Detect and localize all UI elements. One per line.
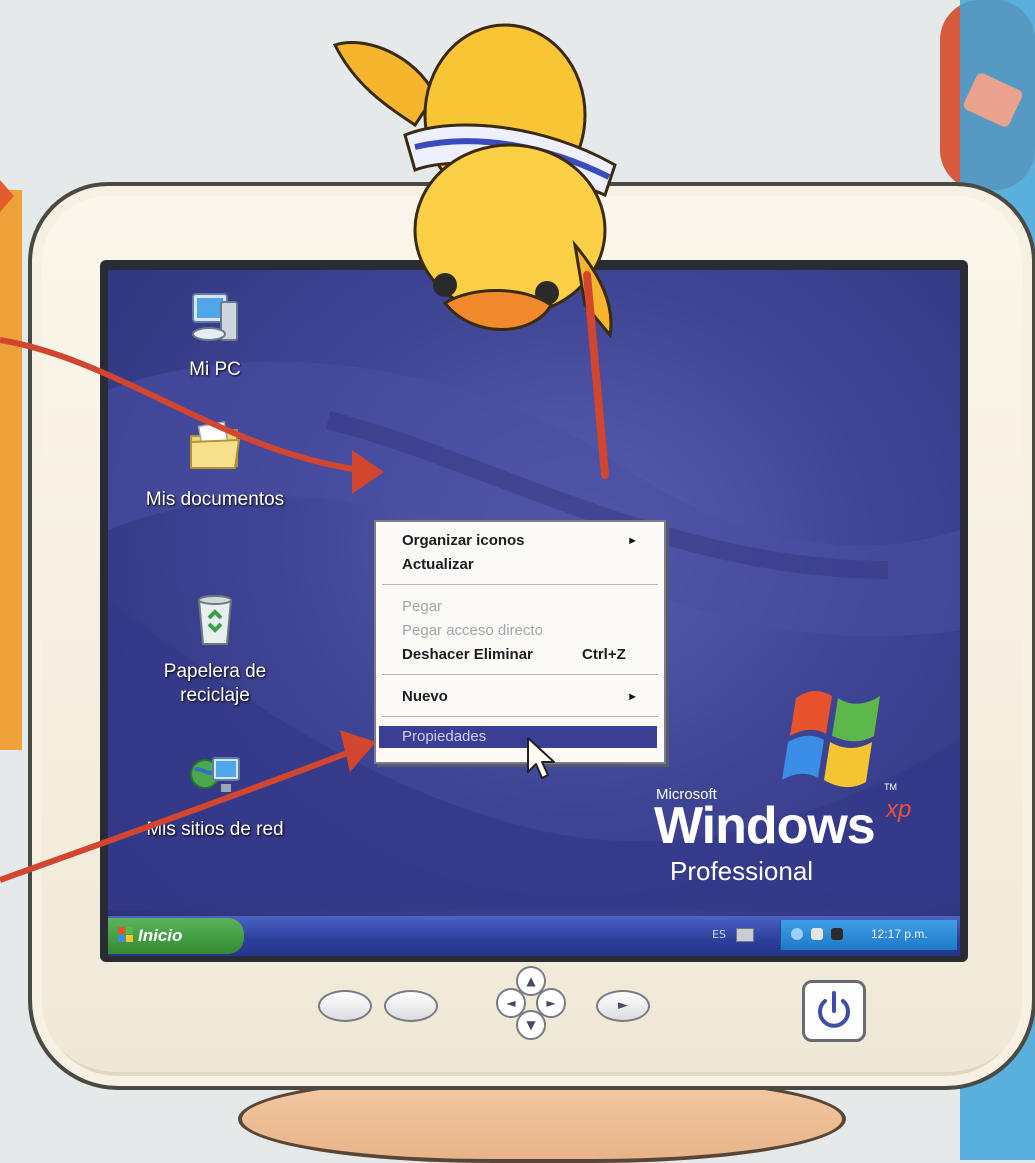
background-text bbox=[800, 60, 814, 112]
desktop-icon-label: Mis documentos bbox=[145, 489, 285, 510]
menu-item-new[interactable]: Nuevo ► bbox=[402, 686, 652, 708]
trademark-mark: TM bbox=[884, 782, 897, 792]
menu-separator bbox=[382, 674, 658, 675]
language-indicator[interactable]: ES bbox=[712, 928, 726, 941]
menu-item-properties[interactable]: Propiedades bbox=[379, 726, 657, 748]
xp-wordmark: xp bbox=[886, 796, 912, 823]
network-places-icon bbox=[190, 757, 240, 792]
desktop-icon-label: Mis sitios de red bbox=[146, 819, 284, 840]
start-button-label: Inicio bbox=[138, 926, 183, 945]
menu-separator bbox=[382, 716, 658, 717]
desktop-icon-recycle-bin[interactable]: Papelera de reciclaje bbox=[150, 590, 280, 708]
desktop-icon-label: Papelera de reciclaje bbox=[163, 661, 267, 706]
monitor-button-1[interactable] bbox=[318, 990, 372, 1022]
menu-item-shortcut: Ctrl+Z bbox=[582, 646, 626, 663]
desktop-icon-my-computer[interactable]: Mi PC bbox=[150, 288, 280, 382]
menu-item-refresh[interactable]: Actualizar bbox=[402, 554, 474, 576]
duck-mascot bbox=[332, 23, 617, 479]
desktop-icon-my-documents[interactable]: Mis documentos bbox=[146, 418, 284, 512]
windows-wordmark: Windows bbox=[654, 797, 876, 855]
desktop-context-menu: Organizar iconos ► Actualizar Pegar Pega… bbox=[374, 520, 666, 764]
menu-item-label: Organizar iconos bbox=[402, 532, 525, 549]
edition-wordmark: Professional bbox=[670, 856, 814, 886]
monitor-button-2[interactable] bbox=[384, 990, 438, 1022]
start-button[interactable]: Inicio bbox=[108, 918, 244, 954]
menu-item-label: Deshacer Eliminar bbox=[402, 646, 533, 663]
taskbar: Inicio ES 12:17 p.m. bbox=[108, 916, 960, 956]
menu-item-label: Nuevo bbox=[402, 688, 448, 705]
speaker-icon[interactable] bbox=[811, 928, 823, 940]
menu-item-arrange-icons[interactable]: Organizar iconos ► bbox=[402, 530, 652, 552]
monitor-play-icon[interactable]: ► bbox=[596, 990, 650, 1022]
my-computer-icon bbox=[192, 293, 238, 341]
windows-xp-logo: Microsoft Windows xp TM Professional bbox=[654, 678, 956, 898]
clock[interactable]: 12:17 p.m. bbox=[871, 927, 928, 941]
power-icon bbox=[818, 991, 850, 1028]
mouse-cursor-icon bbox=[527, 737, 555, 779]
desktop-icon-label: Mi PC bbox=[189, 359, 241, 380]
system-tray: 12:17 p.m. bbox=[780, 920, 957, 950]
camera-icon[interactable] bbox=[831, 928, 843, 940]
submenu-arrow-icon: ► bbox=[627, 535, 638, 547]
submenu-arrow-icon: ► bbox=[627, 691, 638, 703]
windows-flag-icon bbox=[118, 927, 133, 942]
desktop-icon-network-places[interactable]: Mis sitios de red bbox=[146, 748, 284, 842]
network-icon[interactable] bbox=[791, 928, 803, 940]
windows-flag-icon bbox=[782, 691, 880, 788]
menu-item-undo-delete[interactable]: Deshacer Eliminar Ctrl+Z bbox=[402, 644, 652, 666]
menu-separator bbox=[382, 584, 658, 585]
folder-icon bbox=[190, 421, 241, 469]
keyboard-icon[interactable] bbox=[736, 928, 754, 942]
menu-item-paste-shortcut: Pegar acceso directo bbox=[402, 622, 543, 639]
monitor-nav-down-icon[interactable]: ▼ bbox=[516, 1010, 546, 1040]
menu-item-paste: Pegar bbox=[402, 598, 443, 615]
recycle-bin-icon bbox=[197, 595, 233, 645]
monitor-power-button[interactable] bbox=[802, 980, 866, 1042]
